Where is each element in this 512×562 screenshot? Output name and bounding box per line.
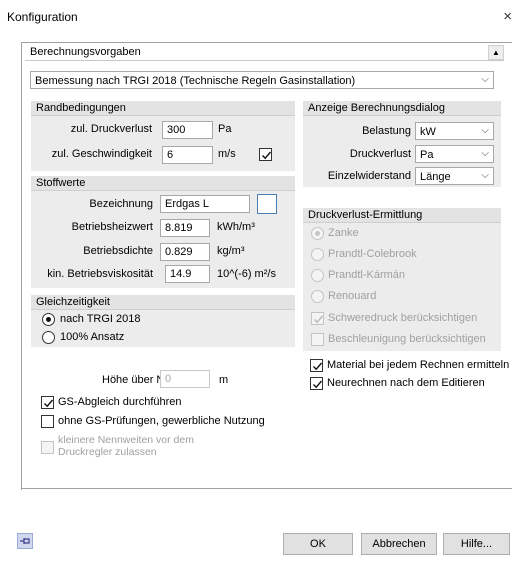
prandtl-colebrook-label: Prandtl-Colebrook xyxy=(328,248,417,260)
calculation-standard-select[interactable]: Bemessung nach TRGI 2018 (Technische Reg… xyxy=(30,71,494,89)
hundert-prozent-label: 100% Ansatz xyxy=(60,331,125,343)
stoffwerte-title: Stoffwerte xyxy=(36,177,86,189)
belastung-select[interactable]: kW ⌵ xyxy=(415,122,494,140)
hilfe-button[interactable]: Hilfe... xyxy=(443,533,510,555)
anzeige-druckverlust-label: Druckverlust xyxy=(349,148,411,160)
trgi-radio[interactable] xyxy=(42,313,55,326)
calculation-standard-value: Bemessung nach TRGI 2018 (Technische Reg… xyxy=(35,75,356,87)
geschwindigkeit-unit: m/s xyxy=(218,148,236,160)
bezeichnung-label: Bezeichnung xyxy=(89,198,153,210)
anzeige-header: Anzeige Berechnungsdialog xyxy=(303,101,501,116)
stoffwerte-header: Stoffwerte xyxy=(31,176,295,191)
renouard-radio[interactable] xyxy=(311,290,324,303)
dichte-label: Betriebsdichte xyxy=(83,245,153,257)
checkmark-icon xyxy=(313,380,323,389)
zanke-radio[interactable] xyxy=(311,227,324,240)
trgi-label: nach TRGI 2018 xyxy=(60,313,141,325)
gs-abgleich-checkbox[interactable] xyxy=(41,396,54,409)
renouard-label: Renouard xyxy=(328,290,377,302)
heizwert-label: Betriebsheizwert xyxy=(71,221,153,233)
ohne-gs-checkbox[interactable] xyxy=(41,415,54,428)
ok-button[interactable]: OK xyxy=(283,533,353,555)
druckverlust-unit: Pa xyxy=(218,123,232,135)
material-label: Material bei jedem Rechnen ermitteln xyxy=(327,359,510,371)
beschleunigung-label: Beschleunigung berücksichtigen xyxy=(328,333,486,345)
ohne-gs-label: ohne GS-Prüfungen, gewerbliche Nutzung xyxy=(58,415,265,427)
hundert-prozent-radio[interactable] xyxy=(42,331,55,344)
scroll-up-arrow-icon[interactable]: ▲ xyxy=(488,45,504,60)
schweredruck-checkbox[interactable] xyxy=(311,312,324,325)
gas-color-button[interactable] xyxy=(257,194,277,214)
chevron-down-icon: ⌵ xyxy=(481,125,489,136)
window-title: Konfiguration xyxy=(7,10,78,24)
einzelwiderstand-label: Einzelwiderstand xyxy=(327,170,411,182)
title-bar: Konfiguration × xyxy=(0,0,512,34)
gs-abgleich-label: GS-Abgleich durchführen xyxy=(58,396,182,408)
prandtl-karman-label: Prandtl-Kármán xyxy=(328,269,406,281)
viskositaet-label: kin. Betriebsviskosität xyxy=(47,268,153,280)
stoffwerte-group: Stoffwerte Bezeichnung Erdgas L Betriebs… xyxy=(31,176,295,288)
viskositaet-unit: 10^(-6) m²/s xyxy=(217,268,276,280)
gleichzeitigkeit-group: Gleichzeitigkeit nach TRGI 2018 100% Ans… xyxy=(31,295,295,347)
chevron-down-icon: ⌵ xyxy=(481,74,489,85)
close-icon[interactable]: × xyxy=(498,8,512,25)
anzeige-group: Anzeige Berechnungsdialog Belastung kW ⌵… xyxy=(303,101,501,187)
kleinere-nennweiten-checkbox[interactable] xyxy=(41,441,54,454)
beschleunigung-checkbox[interactable] xyxy=(311,333,324,346)
zanke-label: Zanke xyxy=(328,227,359,239)
checkmark-icon xyxy=(44,399,54,408)
checkmark-icon xyxy=(313,362,323,371)
prandtl-karman-radio[interactable] xyxy=(311,269,324,282)
prandtl-colebrook-radio[interactable] xyxy=(311,248,324,261)
viskositaet-field[interactable]: 14.9 xyxy=(165,265,210,283)
belastung-label: Belastung xyxy=(362,125,411,137)
checkmark-icon xyxy=(262,151,272,160)
geschwindigkeit-checkbox[interactable] xyxy=(259,148,272,161)
druckverlust-ermittlung-header: Druckverlust-Ermittlung xyxy=(303,208,501,223)
panel-bottom-border xyxy=(21,488,512,489)
gleichzeitigkeit-header: Gleichzeitigkeit xyxy=(31,295,295,310)
druckverlust-ermittlung-group: Druckverlust-Ermittlung Zanke Prandtl-Co… xyxy=(303,208,501,351)
hoehe-field[interactable]: 0 xyxy=(160,370,210,388)
neurechnen-checkbox[interactable] xyxy=(310,377,323,390)
randbedingungen-title: Randbedingungen xyxy=(36,102,126,114)
schweredruck-label: Schweredruck berücksichtigen xyxy=(328,312,478,324)
gleichzeitigkeit-title: Gleichzeitigkeit xyxy=(36,296,110,308)
chevron-down-icon: ⌵ xyxy=(481,170,489,181)
checkmark-icon xyxy=(314,315,324,324)
kleinere-nennweiten-label: kleinere Nennweiten vor dem Druckregler … xyxy=(58,434,194,458)
geschwindigkeit-field[interactable]: 6 xyxy=(162,146,213,164)
panel-title: Berechnungsvorgaben xyxy=(30,46,141,58)
geschwindigkeit-label: zul. Geschwindigkeit xyxy=(51,148,152,160)
abbrechen-button[interactable]: Abbrechen xyxy=(361,533,437,555)
druckverlust-field[interactable]: 300 xyxy=(162,121,213,139)
pin-icon[interactable] xyxy=(17,533,33,549)
anzeige-title: Anzeige Berechnungsdialog xyxy=(308,102,445,114)
heizwert-field[interactable]: 8.819 xyxy=(160,219,210,237)
neurechnen-label: Neurechnen nach dem Editieren xyxy=(327,377,485,389)
heizwert-unit: kWh/m³ xyxy=(217,221,255,233)
dichte-field[interactable]: 0.829 xyxy=(160,243,210,261)
druckverlust-ermittlung-title: Druckverlust-Ermittlung xyxy=(308,209,423,221)
randbedingungen-group: Randbedingungen zul. Druckverlust 300 Pa… xyxy=(31,101,295,171)
dichte-unit: kg/m³ xyxy=(217,245,245,257)
panel-header: Berechnungsvorgaben xyxy=(25,45,504,61)
hoehe-unit: m xyxy=(219,374,229,386)
bezeichnung-field[interactable]: Erdgas L xyxy=(160,195,250,213)
randbedingungen-header: Randbedingungen xyxy=(31,101,295,116)
druckverlust-label: zul. Druckverlust xyxy=(70,123,152,135)
anzeige-druckverlust-select[interactable]: Pa ⌵ xyxy=(415,145,494,163)
einzelwiderstand-select[interactable]: Länge ⌵ xyxy=(415,167,494,185)
pin-icon-glyph xyxy=(20,538,30,544)
chevron-down-icon: ⌵ xyxy=(481,148,489,159)
material-checkbox[interactable] xyxy=(310,359,323,372)
